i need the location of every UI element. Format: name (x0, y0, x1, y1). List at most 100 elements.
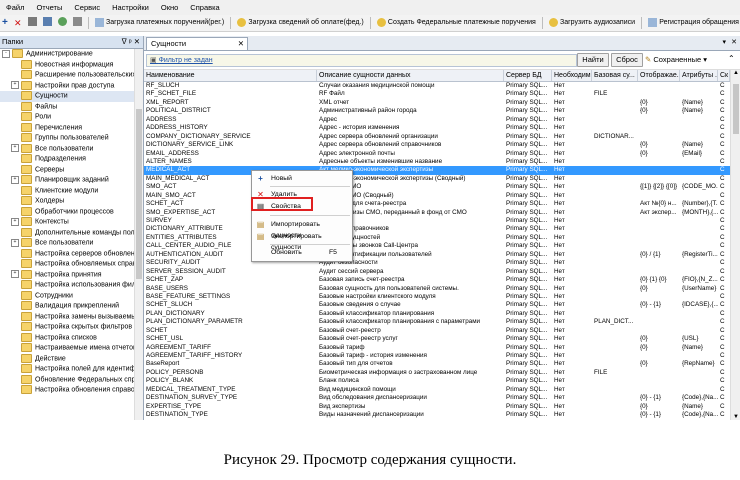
refresh-icon[interactable] (57, 17, 67, 26)
folder-item[interactable]: Серверы (0, 164, 143, 176)
folder-item[interactable]: Валидация прикреплений (0, 301, 143, 312)
column-header[interactable]: Атрибуты ... (680, 70, 718, 81)
menu-service[interactable]: Сервис (68, 0, 106, 12)
expand-icon[interactable]: + (11, 238, 19, 247)
table-row[interactable]: ALTER_NAMES Адресные объекты изменившие н… (144, 158, 730, 166)
table-row[interactable]: MAIN_SMO_ACT Акт МЭЭ СМО (Сводный) Primary… (144, 192, 730, 200)
panel-menu-icon[interactable]: ▾ (722, 38, 726, 46)
folder-item[interactable]: Настройка обновляемых справо (0, 259, 143, 270)
menu-help[interactable]: Справка (184, 0, 225, 12)
folder-item[interactable]: Клиентские модули (0, 185, 143, 197)
collapse-icon[interactable]: - (2, 49, 10, 58)
folder-item[interactable]: Файлы (0, 101, 143, 113)
folders-scrollbar[interactable] (134, 49, 143, 420)
close-icon[interactable]: ✕ (238, 38, 244, 50)
folder-item[interactable]: Сотрудники (0, 290, 143, 302)
table-row[interactable]: SURVEYАнкетаPrimary SQL...НетC (144, 217, 730, 225)
folder-item[interactable]: Дополнительные команды польз (0, 227, 143, 239)
folder-item[interactable]: - Администрирование (0, 49, 143, 60)
folder-item[interactable]: + Настройки прав доступа (0, 80, 143, 92)
folder-item[interactable]: + Планировщик заданий (0, 175, 143, 186)
delete-icon[interactable]: ✕ (12, 16, 24, 30)
folder-item[interactable]: Настройка полей для идентифика (0, 364, 143, 375)
context-menu-new[interactable]: + Новый (252, 173, 352, 184)
table-row[interactable]: DICTIONARY_ATTRIBUTE Атрибуты справочнико… (144, 225, 730, 233)
table-row[interactable]: BaseReport Базовый тип для отчетов Primary… (144, 360, 730, 368)
table-row[interactable]: POLITICAL_DISTRICT Административный район… (144, 107, 730, 115)
table-row[interactable]: PLAN_DICTIONARY Базовый классификатор пла… (144, 310, 730, 318)
panel-pin-close-icons[interactable]: ᐁ ᵖ ✕ (122, 36, 140, 48)
column-header[interactable]: Ск (718, 70, 730, 81)
column-header[interactable]: Необходим... (552, 70, 592, 81)
table-row[interactable]: ENTITIES_ATTRIBUTESАтрибуты сущностейPri… (144, 234, 730, 242)
folder-item[interactable]: Настройка списков (0, 332, 143, 344)
properties-icon[interactable] (27, 17, 37, 26)
expand-icon[interactable]: + (11, 81, 19, 89)
collapse-icon[interactable]: ⌃ (728, 54, 735, 63)
menu-settings[interactable]: Настройки (106, 0, 155, 12)
table-row[interactable]: MAIN_MEDICAL_ACT Акт медико-экономической… (144, 175, 730, 183)
folder-item[interactable]: Действие (0, 353, 143, 365)
table-row[interactable]: EMAIL_ADDRESS Адрес электронной почты Prim… (144, 150, 730, 158)
folder-item[interactable]: + Контексты (0, 217, 143, 228)
table-row[interactable]: SCHET_USL Базовый счет-реестр услуг Primar… (144, 335, 730, 343)
scroll-up-icon[interactable]: ▲ (733, 70, 739, 76)
folders-scrollbar-thumb[interactable] (136, 109, 142, 279)
table-row[interactable]: DESTINATION_TYPE Виды назначений диспансе… (144, 411, 730, 419)
table-row[interactable]: SMO_EXPERTISE_ACT Акт экспертизы СМО, пер… (144, 209, 730, 217)
register-request-button[interactable]: Регистрация обращения (646, 16, 740, 30)
folder-item[interactable]: Обновление Федеральных справ (0, 374, 143, 386)
table-row[interactable]: RF_SLUCH Случаи оказания медицинской помо… (144, 82, 730, 90)
save-icon[interactable] (42, 17, 52, 26)
folder-item[interactable]: Настраиваемые имена отчетов (0, 343, 143, 354)
table-row[interactable]: XML_REPORT XML отчет Primary SQL... Нет {0} {… (144, 99, 730, 107)
menu-reports[interactable]: Отчеты (30, 0, 68, 12)
table-row[interactable]: AUTHENTICATION_AUDIT Аудит аутентификации… (144, 251, 730, 259)
folder-item[interactable]: Роли (0, 112, 143, 123)
grid-scrollbar-thumb[interactable] (733, 84, 739, 134)
column-header[interactable]: Описание сущности данных (317, 70, 504, 81)
column-header[interactable]: Наименование (144, 70, 317, 81)
load-payment-info-button[interactable]: Загрузка сведений об оплате(фед.) (235, 16, 365, 30)
table-row[interactable]: SECURITY_AUDIT Аудит безопасности Primary … (144, 259, 730, 267)
find-button[interactable]: Найти (577, 53, 609, 67)
table-row[interactable]: BASE_USERS Базовая сущность для пользоват… (144, 285, 730, 293)
table-row[interactable]: ADDRESS_HISTORY Адрес - история изменения… (144, 124, 730, 132)
table-row-selected[interactable]: MEDICAL_ACT Акт медико-экономической эксп… (144, 166, 730, 175)
table-row[interactable]: SCHET_ACT Акт сверки для счета-реестра Pri… (144, 200, 730, 208)
folder-item[interactable]: Настройка замены вызываемых г (0, 311, 143, 323)
context-menu-export[interactable]: ▤ Экспортировать сущности (252, 231, 352, 251)
folder-item[interactable]: Настройка скрытых фильтров (0, 322, 143, 333)
scroll-down-icon[interactable]: ▼ (733, 414, 739, 420)
table-row[interactable]: CALL_CENTER_AUDIO_FILE Аудиофайлы звонков… (144, 242, 730, 250)
find-icon[interactable] (72, 17, 82, 26)
expand-icon[interactable]: + (11, 217, 19, 226)
column-header[interactable]: Базовая су... (592, 70, 638, 81)
table-row[interactable]: DESTINATION_SURVEY_TYPE Вид обследования … (144, 394, 730, 402)
table-row[interactable]: SCHET Базовый счет-реестр Primary SQL... Не… (144, 327, 730, 335)
folder-item[interactable]: + Все пользователи (0, 238, 143, 249)
table-row[interactable]: EXPERTISE_TYPE Вид экспертизы Primary SQL.… (144, 403, 730, 411)
grid-scrollbar[interactable]: ▲ ▼ (730, 70, 740, 420)
expand-icon[interactable]: + (11, 270, 19, 278)
table-row[interactable]: POLICY_PERSONB Биометрическая информация … (144, 369, 730, 377)
tab-entities[interactable]: Сущности ✕ (146, 37, 248, 50)
table-row[interactable]: ADDRESS Адрес Primary SQL... Нет C (144, 116, 730, 124)
folder-item[interactable]: + Все пользователи (0, 143, 143, 155)
folder-item[interactable]: Настройка обновления справочн (0, 385, 143, 396)
table-row[interactable]: MEDICAL_TREATMENT_TYPE Вид медицинской по… (144, 386, 730, 394)
saved-filters-dropdown[interactable]: ✎ Сохраненные ▾ (645, 54, 707, 66)
column-header[interactable]: Отображае... (638, 70, 680, 81)
table-row[interactable]: AGREEMENT_TARIFF Базовый тариф Primary SQL… (144, 344, 730, 352)
table-row[interactable]: BASE_FEATURE_SETTINGS Базовые настройки к… (144, 293, 730, 301)
folder-item[interactable]: Перечисления (0, 122, 143, 134)
table-row[interactable]: POLICY_BLANK Бланк полиса Primary SQL... Не… (144, 377, 730, 385)
folder-item[interactable]: Обработчики процессов (0, 206, 143, 218)
expand-icon[interactable]: + (11, 175, 19, 184)
table-row[interactable]: AGREEMENT_TARIFF_HISTORY Базовый тариф - … (144, 352, 730, 360)
table-row[interactable]: SMO_ACTАкт МЭЭ СМОPrimary SQL...Нет{[1]}… (144, 183, 730, 191)
create-federal-orders-button[interactable]: Создать Федеральные платежные поручения (375, 16, 538, 30)
menu-window[interactable]: Окно (155, 0, 184, 12)
context-menu-import[interactable]: ▤ Импортировать сущности (252, 219, 352, 239)
load-audio-button[interactable]: Загрузить аудиозаписи (547, 16, 637, 30)
